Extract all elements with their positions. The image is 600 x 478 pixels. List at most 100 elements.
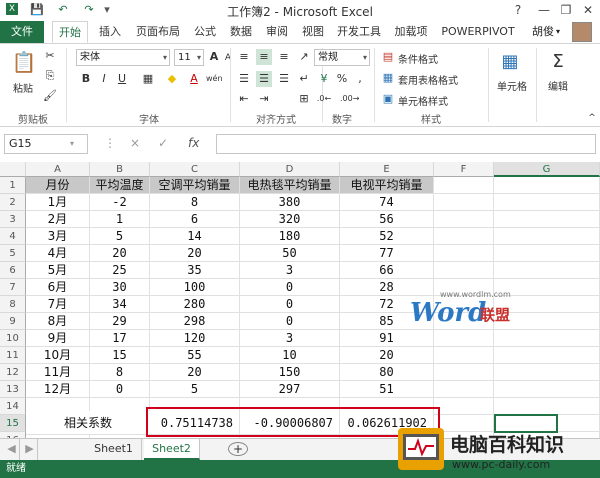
fill-color-icon[interactable]: ◆	[164, 71, 180, 87]
tab-file[interactable]: 文件	[0, 21, 44, 43]
font-color-icon[interactable]: A	[186, 71, 202, 87]
table-cell[interactable]: 29	[90, 313, 150, 330]
table-cell[interactable]: 297	[240, 381, 340, 398]
conditional-format-icon[interactable]: ▤	[380, 49, 396, 65]
decrease-decimal-icon[interactable]: .00→	[340, 91, 359, 107]
row-header-11[interactable]: 11	[0, 347, 26, 364]
table-cell[interactable]: 25	[90, 262, 150, 279]
row-header-6[interactable]: 6	[0, 262, 26, 279]
format-painter-icon[interactable]: 🖌	[42, 88, 58, 104]
table-cell[interactable]: 52	[340, 228, 434, 245]
table-header-cell[interactable]: 电热毯平均销量	[240, 177, 340, 194]
cell[interactable]	[494, 211, 600, 228]
increase-decimal-icon[interactable]: .0←	[316, 91, 332, 107]
table-cell[interactable]: 3	[240, 330, 340, 347]
sheet-tab-sheet1[interactable]: Sheet1	[86, 439, 142, 460]
cell[interactable]	[494, 245, 600, 262]
tab-view[interactable]: 视图	[296, 21, 330, 43]
cell[interactable]	[434, 211, 494, 228]
row-header-9[interactable]: 9	[0, 313, 26, 330]
cell[interactable]	[434, 228, 494, 245]
table-cell[interactable]: 5	[90, 228, 150, 245]
column-header-f[interactable]: F	[434, 162, 494, 177]
table-header-cell[interactable]: 月份	[26, 177, 90, 194]
table-cell[interactable]: 35	[150, 262, 240, 279]
tab-home[interactable]: 开始	[52, 21, 88, 43]
table-cell[interactable]: 0	[240, 279, 340, 296]
table-cell[interactable]: 0	[240, 313, 340, 330]
cells-button[interactable]: 单元格	[490, 78, 534, 93]
align-bottom-icon[interactable]: ≡	[276, 49, 292, 65]
tab-formulas[interactable]: 公式	[188, 21, 222, 43]
row-header-14[interactable]: 14	[0, 398, 26, 415]
paste-button[interactable]: 粘贴	[8, 80, 38, 95]
decrease-indent-icon[interactable]: ⇤	[236, 91, 252, 107]
shrink-font-icon[interactable]: A	[220, 50, 236, 66]
restore-button[interactable]: ❐	[558, 2, 574, 18]
table-cell[interactable]: 2月	[26, 211, 90, 228]
table-cell[interactable]: 20	[90, 245, 150, 262]
column-header-g[interactable]: G	[494, 162, 600, 177]
table-cell[interactable]: 320	[240, 211, 340, 228]
cell-styles-button[interactable]: 单元格样式	[398, 93, 448, 108]
tab-review[interactable]: 审阅	[260, 21, 294, 43]
table-cell[interactable]: 50	[240, 245, 340, 262]
table-cell[interactable]: 55	[150, 347, 240, 364]
table-cell[interactable]: 66	[340, 262, 434, 279]
cell[interactable]	[494, 398, 600, 415]
more-options-icon[interactable]: ⋮	[104, 136, 116, 150]
column-header-b[interactable]: B	[90, 162, 150, 177]
collapse-ribbon-icon[interactable]: ^	[584, 110, 600, 126]
add-sheet-button[interactable]: +	[228, 442, 248, 456]
cells-icon[interactable]: ▦	[498, 50, 522, 74]
table-cell[interactable]: 8月	[26, 313, 90, 330]
minimize-button[interactable]: —	[536, 2, 552, 18]
cell[interactable]	[494, 177, 600, 194]
row-header-8[interactable]: 8	[0, 296, 26, 313]
table-cell[interactable]: 3	[240, 262, 340, 279]
table-cell[interactable]: 0	[240, 296, 340, 313]
sheet-tab-sheet2[interactable]: Sheet2	[144, 439, 200, 460]
editing-icon[interactable]: Σ	[546, 50, 570, 74]
table-cell[interactable]: 5月	[26, 262, 90, 279]
cell[interactable]	[434, 194, 494, 211]
enter-icon[interactable]: ✓	[158, 136, 168, 150]
conditional-format-button[interactable]: 条件格式	[398, 51, 438, 66]
increase-indent-icon[interactable]: ⇥	[256, 91, 272, 107]
font-name-select[interactable]: 宋体 ▾	[76, 49, 170, 66]
table-cell[interactable]: 74	[340, 194, 434, 211]
row-header-3[interactable]: 3	[0, 211, 26, 228]
row-header-5[interactable]: 5	[0, 245, 26, 262]
table-cell[interactable]: 280	[150, 296, 240, 313]
cell[interactable]	[434, 330, 494, 347]
table-cell[interactable]: 20	[340, 347, 434, 364]
table-cell[interactable]: 150	[240, 364, 340, 381]
tab-add-ins[interactable]: 加载项	[388, 21, 434, 43]
row-header-4[interactable]: 4	[0, 228, 26, 245]
wrap-text-icon[interactable]: ↵	[296, 71, 312, 87]
table-cell[interactable]: 380	[240, 194, 340, 211]
phonetic-guide-icon[interactable]: wén	[206, 71, 223, 87]
cell[interactable]	[494, 330, 600, 347]
editing-button[interactable]: 编辑	[538, 78, 578, 93]
italic-button[interactable]: I	[96, 71, 112, 87]
table-cell[interactable]: 8	[150, 194, 240, 211]
format-as-table-button[interactable]: 套用表格格式	[398, 72, 458, 87]
align-right-icon[interactable]: ☰	[276, 71, 292, 87]
table-cell[interactable]: 0	[90, 381, 150, 398]
cell[interactable]	[434, 262, 494, 279]
table-cell[interactable]: 80	[340, 364, 434, 381]
table-cell[interactable]: 77	[340, 245, 434, 262]
align-top-icon[interactable]: ≡	[236, 49, 252, 65]
table-cell[interactable]: 20	[150, 245, 240, 262]
name-box-dropdown-icon[interactable]: ▾	[70, 139, 74, 148]
cell[interactable]	[494, 364, 600, 381]
tab-insert[interactable]: 插入	[92, 21, 128, 43]
tab-powerpivot[interactable]: POWERPIVOT	[436, 21, 520, 43]
table-cell[interactable]: 6月	[26, 279, 90, 296]
table-cell[interactable]: 5	[150, 381, 240, 398]
tab-developer[interactable]: 开发工具	[332, 21, 386, 43]
table-cell[interactable]: 1	[90, 211, 150, 228]
row-header-2[interactable]: 2	[0, 194, 26, 211]
tab-page-layout[interactable]: 页面布局	[130, 21, 186, 43]
